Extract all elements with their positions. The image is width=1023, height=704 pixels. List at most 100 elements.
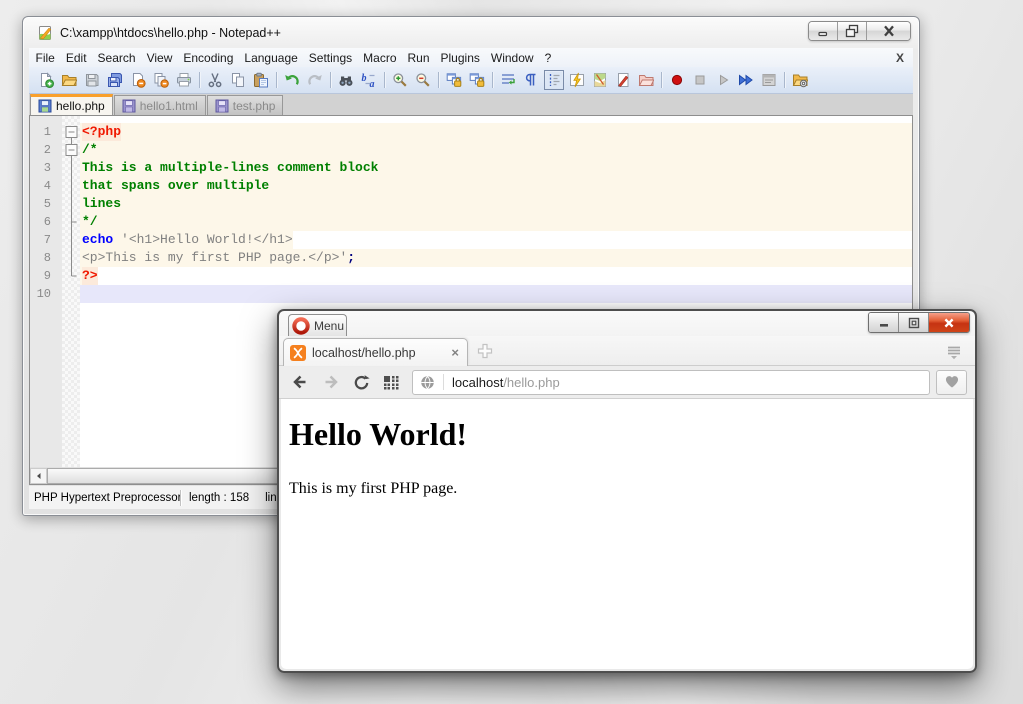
line-number-margin: 12345678910	[30, 116, 62, 467]
menu-search[interactable]: Search	[92, 49, 141, 67]
saved-file-icon	[122, 99, 136, 113]
opera-tab[interactable]: localhost/hello.php ×	[283, 338, 468, 366]
close-file-icon[interactable]	[130, 72, 146, 88]
document-map-icon[interactable]	[592, 72, 608, 88]
menu-language[interactable]: Language	[239, 49, 303, 67]
cut-icon[interactable]	[207, 72, 223, 88]
scroll-left-button[interactable]	[30, 468, 47, 484]
maximize-button[interactable]	[899, 313, 929, 332]
close-button[interactable]	[867, 22, 910, 40]
save-icon[interactable]	[84, 72, 100, 88]
opera-menu-button[interactable]: Menu	[288, 314, 347, 337]
tab-close-icon[interactable]: ×	[449, 345, 461, 360]
record-macro-icon[interactable]	[669, 72, 685, 88]
notepadpp-titlebar[interactable]: C:\xampp\htdocs\hello.php - Notepad++	[29, 17, 913, 48]
address-bar[interactable]: localhost/hello.php	[412, 370, 930, 395]
sync-horizontal-scroll-icon[interactable]	[469, 72, 485, 88]
replace-icon[interactable]: ba	[361, 72, 377, 88]
redo-icon[interactable]	[307, 72, 323, 88]
fold-margin[interactable]	[62, 116, 80, 467]
document-switcher-icon[interactable]	[615, 72, 631, 88]
close-button[interactable]	[929, 313, 969, 332]
code-line: <p>This is my first PHP page.</p>';	[80, 249, 912, 267]
zoom-in-icon[interactable]	[392, 72, 408, 88]
function-list-icon[interactable]	[569, 72, 585, 88]
sync-vertical-scroll-icon[interactable]	[446, 72, 462, 88]
code-token: This is a multiple-lines comment block	[82, 159, 378, 177]
speed-dial-icon[interactable]	[383, 374, 399, 390]
code-line: <?php	[80, 123, 912, 141]
tab-label: hello1.html	[140, 99, 198, 113]
toolbar-separator	[438, 72, 439, 88]
tab-hello1.html[interactable]: hello1.html	[114, 95, 206, 115]
paste-icon[interactable]	[253, 72, 269, 88]
menu-run[interactable]: Run	[402, 49, 435, 67]
zoom-out-icon[interactable]	[415, 72, 431, 88]
code-token: /*	[82, 141, 98, 159]
find-icon[interactable]	[338, 72, 354, 88]
svg-text:b: b	[362, 73, 367, 84]
menubar-close-icon[interactable]: X	[896, 51, 913, 65]
code-token: echo	[82, 231, 113, 249]
indent-guide-icon[interactable]	[546, 72, 562, 88]
menu-window[interactable]: Window	[485, 49, 539, 67]
menu-macro[interactable]: Macro	[358, 49, 402, 67]
page-heading: Hello World!	[289, 416, 965, 453]
line-number: 1	[30, 123, 51, 141]
back-button[interactable]	[291, 373, 309, 391]
menu-encoding[interactable]: Encoding	[178, 49, 239, 67]
code-token: ?>	[82, 267, 98, 285]
opera-caption-buttons	[868, 312, 970, 333]
menu-help[interactable]: ?	[539, 49, 557, 67]
tab-label: hello.php	[56, 99, 105, 113]
line-trail	[121, 195, 912, 213]
line-trail	[293, 231, 912, 249]
line-trail	[355, 249, 912, 267]
close-all-icon[interactable]	[153, 72, 169, 88]
minimize-button[interactable]	[869, 313, 899, 332]
menu-plugins[interactable]: Plugins	[435, 49, 485, 67]
save-all-icon[interactable]	[107, 72, 123, 88]
play-macro-icon[interactable]	[715, 72, 731, 88]
minimize-button[interactable]	[809, 22, 838, 40]
line-trail	[98, 267, 912, 285]
code-line: that spans over multiple	[80, 177, 912, 195]
stop-macro-icon[interactable]	[692, 72, 708, 88]
line-number: 4	[30, 177, 51, 195]
line-trail	[378, 159, 912, 177]
toolbar-separator	[276, 72, 277, 88]
menu-settings[interactable]: Settings	[303, 49, 357, 67]
copy-icon[interactable]	[230, 72, 246, 88]
show-all-chars-icon[interactable]	[523, 72, 539, 88]
address-path: /hello.php	[503, 375, 559, 390]
new-tab-button[interactable]	[475, 341, 495, 361]
new-file-icon[interactable]	[38, 72, 54, 88]
code-line: lines	[80, 195, 912, 213]
restore-button[interactable]	[838, 22, 867, 40]
undo-icon[interactable]	[284, 72, 300, 88]
menu-file[interactable]: File	[30, 49, 60, 67]
opera-titlebar[interactable]: Menu	[279, 311, 975, 336]
browser-page: Hello World! This is my first PHP page.	[281, 399, 973, 669]
line-number: 6	[30, 213, 51, 231]
code-token: ;	[347, 249, 355, 267]
tab-test.php[interactable]: test.php	[207, 95, 284, 115]
menu-edit[interactable]: Edit	[60, 49, 92, 67]
run-macro-multiple-icon[interactable]	[738, 72, 754, 88]
toolbar-separator	[492, 72, 493, 88]
menu-view[interactable]: View	[141, 49, 178, 67]
opera-logo	[292, 317, 310, 335]
print-icon[interactable]	[176, 72, 192, 88]
save-macro-icon[interactable]	[761, 72, 777, 88]
word-wrap-icon[interactable]	[500, 72, 516, 88]
line-number: 7	[30, 231, 51, 249]
open-file-icon[interactable]	[61, 72, 77, 88]
forward-button[interactable]	[322, 373, 340, 391]
reload-button[interactable]	[353, 374, 370, 391]
folder-as-workspace-icon[interactable]	[638, 72, 654, 88]
tab-hello.php[interactable]: hello.php	[30, 94, 113, 115]
tab-menu-icon[interactable]	[945, 343, 963, 361]
line-trail	[269, 177, 912, 195]
open-containing-folder-icon[interactable]	[792, 72, 808, 88]
bookmark-heart-button[interactable]	[936, 370, 967, 395]
